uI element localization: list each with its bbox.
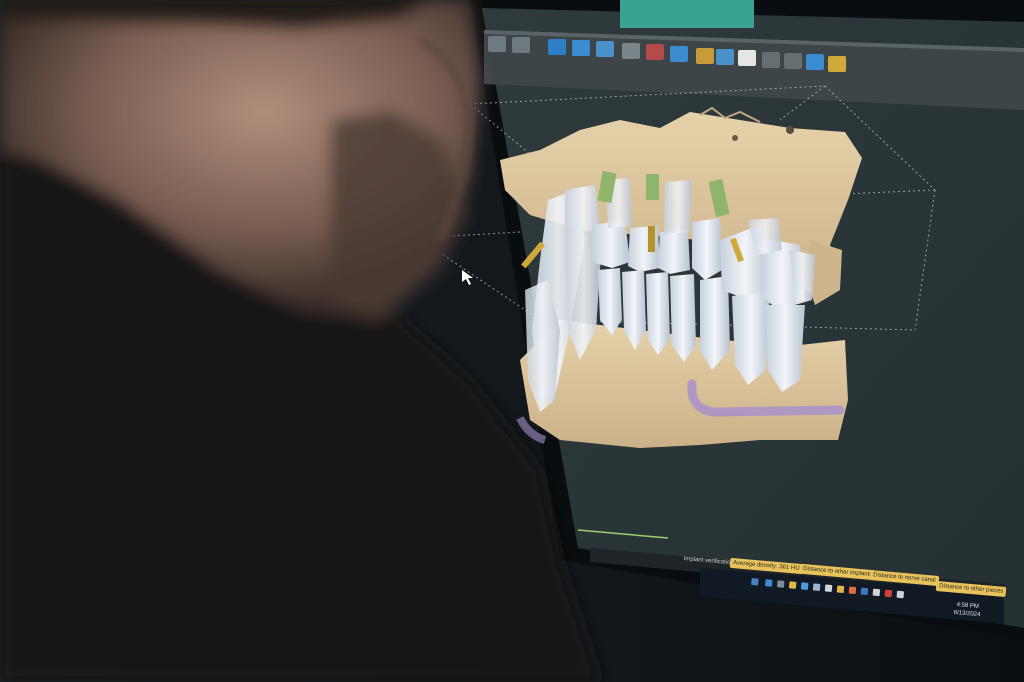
curve-icon[interactable] <box>696 48 714 64</box>
app-icon[interactable] <box>896 590 905 599</box>
ruler-icon[interactable] <box>828 56 846 72</box>
app-icon[interactable] <box>884 589 893 598</box>
bottle-icon[interactable] <box>806 54 824 70</box>
taskbar-clock[interactable]: 4:58 PM 6/13/2024 <box>953 601 981 619</box>
app-icon[interactable] <box>872 588 881 597</box>
move-tool-icon[interactable] <box>548 39 566 55</box>
redo-icon[interactable] <box>784 53 802 69</box>
implant-tool-icon[interactable] <box>622 43 640 59</box>
tooth-view-icon[interactable] <box>488 36 506 52</box>
window-title-strip <box>620 0 754 28</box>
app-icon[interactable] <box>776 580 785 588</box>
tooth-icon[interactable] <box>738 50 756 66</box>
toolbar-icons <box>486 34 866 80</box>
folder-icon[interactable] <box>788 581 797 589</box>
app-icon[interactable] <box>848 586 857 595</box>
undo-icon[interactable] <box>762 52 780 68</box>
app-icon[interactable] <box>860 587 869 596</box>
app-icon[interactable] <box>824 584 833 593</box>
bone-view-icon[interactable] <box>512 37 530 53</box>
app-icon[interactable] <box>751 577 759 586</box>
arch-icon[interactable] <box>596 41 614 57</box>
app-icon[interactable] <box>800 582 809 590</box>
app-icon[interactable] <box>812 583 821 591</box>
app-icon[interactable] <box>836 585 845 594</box>
rotate-tool-icon[interactable] <box>572 40 590 56</box>
edge-icon[interactable] <box>764 579 773 587</box>
select-icon[interactable] <box>670 46 688 62</box>
brush-icon[interactable] <box>716 49 734 65</box>
pin-icon[interactable] <box>646 44 664 60</box>
